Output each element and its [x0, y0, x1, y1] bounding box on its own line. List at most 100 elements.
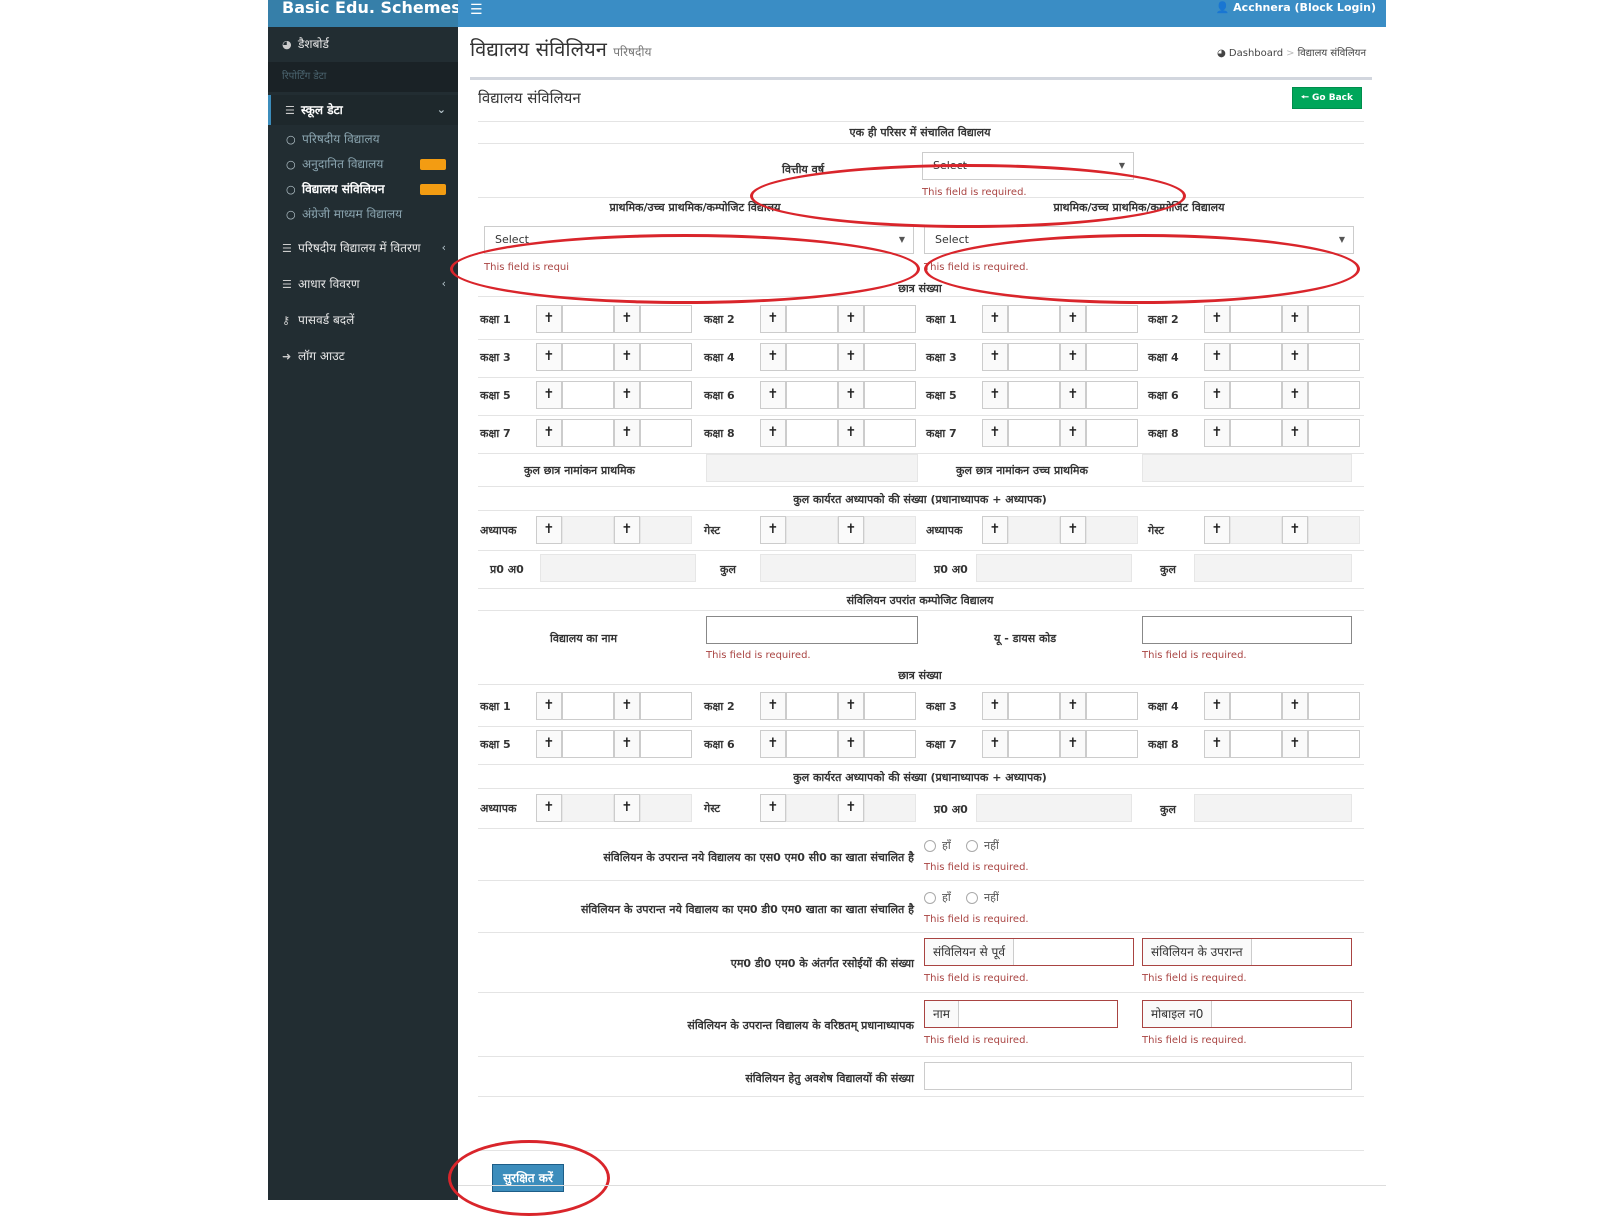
girls-count-input[interactable] — [640, 692, 692, 720]
radio-yes[interactable] — [924, 892, 936, 904]
head-input[interactable] — [976, 554, 1132, 582]
sidebar-item-distribution[interactable]: ☰ परिषदीय विद्यालय में वितरण ‹ — [268, 233, 458, 263]
girls-count-input[interactable] — [864, 692, 916, 720]
boys-count-input[interactable] — [786, 381, 838, 409]
udise-input[interactable] — [1142, 616, 1352, 644]
boys-count-input[interactable] — [1230, 692, 1282, 720]
girls-count-input[interactable] — [864, 730, 916, 758]
sidebar-item-logout[interactable]: ➜ लॉग आउट — [268, 341, 458, 371]
head-name-input[interactable]: नाम — [924, 1000, 1118, 1028]
error-message: This field is required. — [924, 1035, 1029, 1046]
boys-count-input[interactable] — [786, 794, 838, 822]
boys-count-input[interactable] — [786, 730, 838, 758]
total-input[interactable] — [1194, 794, 1352, 822]
boys-count-input[interactable] — [1008, 381, 1060, 409]
head-input[interactable] — [540, 554, 696, 582]
boys-count-input[interactable] — [562, 381, 614, 409]
class-prefix: कक्षा — [480, 738, 500, 751]
boys-count-input[interactable] — [786, 516, 838, 544]
row-divider — [478, 1096, 1364, 1097]
school-name-input[interactable] — [706, 616, 918, 644]
kitchens-after-input[interactable]: संविलियन के उपरान्त — [1142, 938, 1352, 966]
boys-count-input[interactable] — [786, 343, 838, 371]
girls-count-input[interactable] — [1086, 419, 1138, 447]
user-menu[interactable]: 👤 Acchnera (Block Login) — [1216, 1, 1376, 14]
girls-count-input[interactable] — [864, 516, 916, 544]
girls-count-input[interactable] — [640, 516, 692, 544]
kitchens-before-input[interactable]: संविलियन से पूर्व — [924, 938, 1134, 966]
girls-count-input[interactable] — [864, 419, 916, 447]
boys-count-input[interactable] — [1008, 419, 1060, 447]
boys-count-input[interactable] — [1230, 419, 1282, 447]
girls-count-input[interactable] — [1308, 692, 1360, 720]
boys-count-input[interactable] — [786, 692, 838, 720]
girls-count-input[interactable] — [640, 381, 692, 409]
boys-count-input[interactable] — [1230, 516, 1282, 544]
go-back-button[interactable]: 🠔 Go Back — [1292, 87, 1362, 109]
radio-yes[interactable] — [924, 840, 936, 852]
sidebar-subitem-english-medium[interactable]: ○ अंग्रेजी माध्यम विद्यालय — [268, 202, 458, 227]
sidebar-item-aadhaar[interactable]: ☰ आधार विवरण ‹ — [268, 269, 458, 299]
sidebar-item-dashboard[interactable]: ◕ डैशबोर्ड — [268, 29, 458, 59]
boys-count-input[interactable] — [562, 516, 614, 544]
total-input[interactable] — [760, 554, 916, 582]
boys-count-input[interactable] — [562, 692, 614, 720]
boys-count-input[interactable] — [1230, 305, 1282, 333]
girls-count-input[interactable] — [1308, 516, 1360, 544]
sidebar-item-password[interactable]: ⚷ पासवर्ड बदलें — [268, 305, 458, 335]
total-primary-input[interactable] — [706, 454, 918, 482]
girls-count-input[interactable] — [1086, 692, 1138, 720]
boys-count-input[interactable] — [562, 794, 614, 822]
boys-count-input[interactable] — [1008, 516, 1060, 544]
boys-count-input[interactable] — [1008, 730, 1060, 758]
sidebar-item-school-data[interactable]: ☰ स्कूल डेटा ⌄ — [268, 95, 458, 125]
total-input[interactable] — [1194, 554, 1352, 582]
head-input[interactable] — [976, 794, 1132, 822]
girls-count-input[interactable] — [1308, 419, 1360, 447]
boys-count-input[interactable] — [1008, 343, 1060, 371]
boys-count-input[interactable] — [1008, 305, 1060, 333]
girls-count-input[interactable] — [640, 343, 692, 371]
girls-count-input[interactable] — [1086, 516, 1138, 544]
sidebar-subitem-parishadiya[interactable]: ○ परिषदीय विद्यालय — [268, 127, 458, 152]
total-upper-input[interactable] — [1142, 454, 1352, 482]
girls-count-input[interactable] — [1086, 343, 1138, 371]
girls-count-input[interactable] — [640, 419, 692, 447]
remaining-input[interactable] — [924, 1062, 1352, 1090]
girls-count-input[interactable] — [1308, 381, 1360, 409]
boys-count-input[interactable] — [562, 730, 614, 758]
girls-count-input[interactable] — [864, 343, 916, 371]
boys-count-input[interactable] — [562, 305, 614, 333]
boys-count-input[interactable] — [1008, 692, 1060, 720]
girls-count-input[interactable] — [640, 794, 692, 822]
brand-logo[interactable]: Basic Edu. Schemes — [268, 0, 458, 27]
boys-count-input[interactable] — [1230, 730, 1282, 758]
radio-no[interactable] — [966, 892, 978, 904]
girls-count-input[interactable] — [1308, 305, 1360, 333]
head-mobile-input[interactable]: मोबाइल न0 — [1142, 1000, 1352, 1028]
sidebar-subitem-anudanit[interactable]: ○ अनुदानित विद्यालय — [268, 152, 458, 177]
girls-count-input[interactable] — [640, 730, 692, 758]
boys-count-input[interactable] — [562, 343, 614, 371]
girls-count-input[interactable] — [864, 381, 916, 409]
sidebar-subitem-sanviliyan[interactable]: ○ विद्यालय संविलियन — [268, 177, 458, 202]
girls-count-input[interactable] — [1086, 730, 1138, 758]
girls-count-input[interactable] — [864, 305, 916, 333]
boys-count-input[interactable] — [786, 419, 838, 447]
girls-count-input[interactable] — [864, 794, 916, 822]
save-button[interactable]: सुरक्षित करें — [492, 1164, 564, 1192]
girls-count-input[interactable] — [1308, 343, 1360, 371]
list-icon: ☰ — [282, 278, 292, 291]
radio-no[interactable] — [966, 840, 978, 852]
boys-count-input[interactable] — [562, 419, 614, 447]
girls-count-input[interactable] — [1308, 730, 1360, 758]
girls-count-input[interactable] — [640, 305, 692, 333]
menu-icon[interactable]: ☰ — [470, 2, 483, 18]
boys-count-input[interactable] — [786, 305, 838, 333]
girls-count-input[interactable] — [1086, 305, 1138, 333]
total-label: कुल — [1160, 563, 1176, 576]
girls-count-input[interactable] — [1086, 381, 1138, 409]
breadcrumb-home[interactable]: Dashboard — [1229, 48, 1283, 59]
boys-count-input[interactable] — [1230, 343, 1282, 371]
boys-count-input[interactable] — [1230, 381, 1282, 409]
